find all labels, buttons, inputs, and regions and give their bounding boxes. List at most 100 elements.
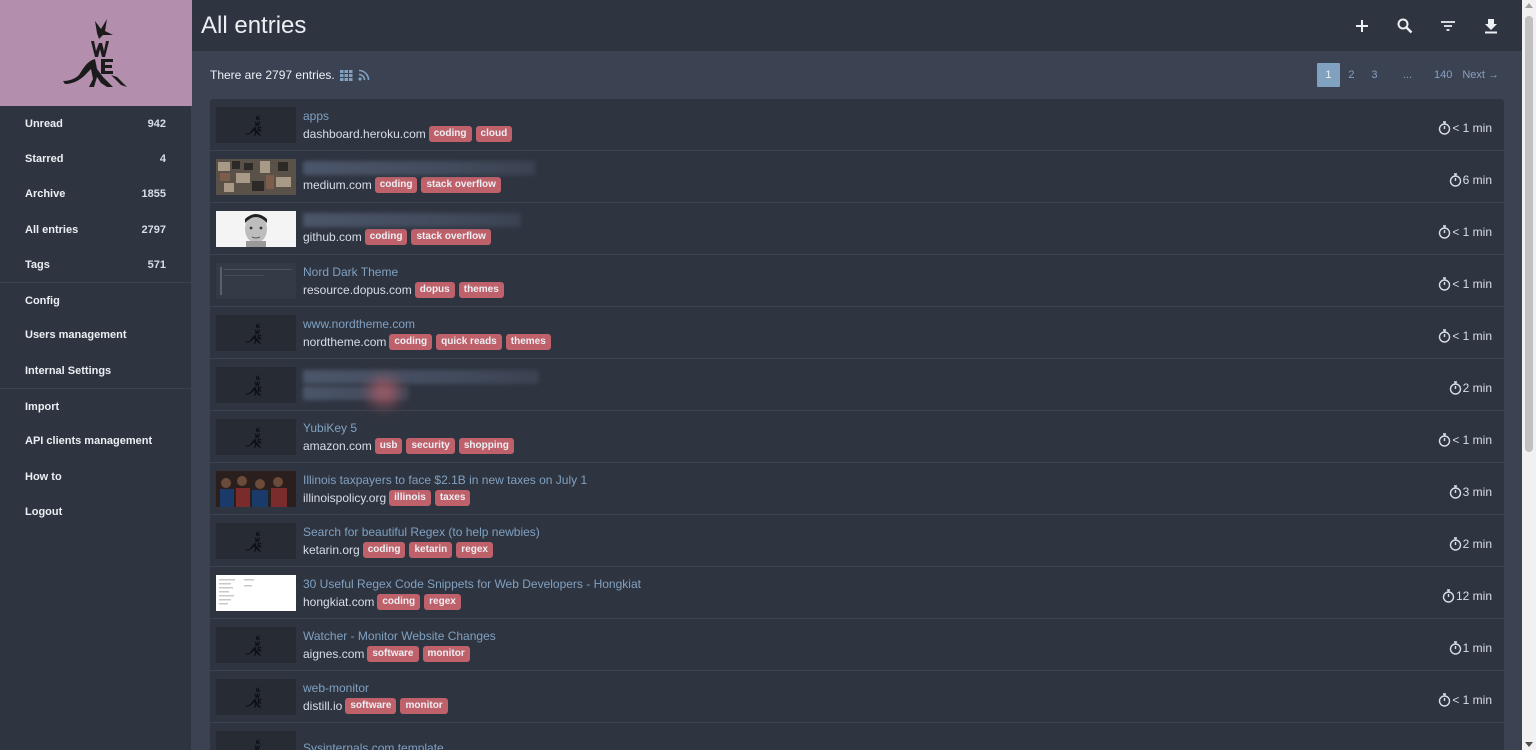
sidebar-item-internal-settings[interactable]: Internal Settings	[0, 353, 191, 388]
entry-title-link[interactable]: web-monitor	[303, 680, 452, 696]
entry-tag[interactable]: coding	[428, 125, 472, 142]
sidebar-item-config[interactable]: Config	[0, 282, 191, 317]
entry-title-link[interactable]: apps	[303, 108, 516, 124]
entry-thumbnail[interactable]	[216, 158, 296, 195]
entry-row[interactable]: web-monitor distill.io software monitor < 1 …	[210, 671, 1504, 723]
entry-tag[interactable]: stack overflow	[411, 228, 491, 245]
rss-feed-icon[interactable]	[358, 69, 370, 81]
entry-tag[interactable]: monitor	[422, 645, 470, 662]
entry-title-link[interactable]: 30 Useful Regex Code Snippets for Web De…	[303, 576, 641, 592]
reading-time-text: < 1 min	[1452, 121, 1492, 135]
entry-row[interactable]: github.com coding stack overflow < 1 min	[210, 203, 1504, 255]
entry-tag[interactable]: software	[345, 697, 397, 714]
sidebar-item-all-entries[interactable]: All entries 2797	[0, 212, 191, 247]
entry-thumbnail[interactable]	[216, 522, 296, 559]
entry-tag[interactable]: usb	[374, 437, 403, 454]
page-scrollbar[interactable]	[1522, 0, 1536, 750]
search-button[interactable]	[1383, 11, 1426, 41]
next-page-button[interactable]: Next →	[1457, 63, 1504, 87]
export-button[interactable]	[1469, 11, 1512, 41]
entry-title-redacted[interactable]	[303, 160, 535, 175]
app-logo[interactable]	[0, 0, 192, 106]
sidebar-item-archive[interactable]: Archive 1855	[0, 177, 191, 212]
entry-domain: nordtheme.com	[303, 334, 387, 349]
entry-thumbnail[interactable]	[216, 470, 296, 507]
entry-title-link[interactable]: Nord Dark Theme	[303, 264, 508, 280]
add-entry-button[interactable]	[1340, 11, 1383, 41]
entry-tag[interactable]: dopus	[414, 281, 455, 298]
entry-thumbnail[interactable]	[216, 574, 296, 611]
entry-row[interactable]: 30 Useful Regex Code Snippets for Web De…	[210, 567, 1504, 619]
page-last-button[interactable]: 140	[1429, 63, 1457, 87]
entry-tag[interactable]: cloud	[475, 125, 513, 142]
entry-title-link[interactable]: Watcher - Monitor Website Changes	[303, 628, 496, 644]
entry-thumbnail[interactable]	[216, 262, 296, 299]
entry-tag[interactable]: coding	[374, 176, 418, 193]
entry-title-redacted[interactable]	[303, 212, 521, 227]
entry-tag[interactable]: shopping	[458, 437, 514, 454]
entry-title-link[interactable]: Illinois taxpayers to face $2.1B in new …	[303, 472, 587, 488]
sidebar-item-label: Internal Settings	[25, 364, 112, 377]
entry-thumbnail[interactable]	[216, 678, 296, 715]
entry-row[interactable]: apps dashboard.heroku.com coding cloud < 1 m…	[210, 99, 1504, 151]
entry-row[interactable]: medium.com coding stack overflow 6 min	[210, 151, 1504, 203]
entry-row[interactable]: Sysinternals.com template	[210, 723, 1504, 750]
entry-tag[interactable]: coding	[364, 228, 408, 245]
entry-tag[interactable]: stack overflow	[421, 176, 501, 193]
entry-tag[interactable]: ketarin	[409, 541, 453, 558]
filter-button[interactable]	[1426, 11, 1469, 41]
sidebar-item-tags[interactable]: Tags 571	[0, 247, 191, 282]
entry-thumbnail[interactable]	[216, 418, 296, 455]
entry-tag[interactable]: monitor	[400, 697, 448, 714]
entry-tag[interactable]: software	[367, 645, 419, 662]
page-1-button[interactable]: 1	[1316, 63, 1340, 87]
entry-row[interactable]: Nord Dark Theme resource.dopus.com dopus th…	[210, 255, 1504, 307]
entry-thumbnail[interactable]	[216, 730, 296, 750]
entry-thumbnail[interactable]	[216, 366, 296, 403]
entry-tag[interactable]: themes	[458, 281, 504, 298]
entry-title-link[interactable]: www.nordtheme.com	[303, 316, 555, 332]
entry-title-link[interactable]: Sysinternals.com template	[303, 740, 444, 750]
entry-title-redacted[interactable]	[303, 369, 539, 384]
page-3-button[interactable]: 3	[1363, 63, 1386, 87]
grid-view-icon[interactable]	[339, 69, 353, 81]
entry-row[interactable]: Watcher - Monitor Website Changes aignes.…	[210, 619, 1504, 671]
entry-tag[interactable]: security	[406, 437, 455, 454]
entry-thumbnail[interactable]	[216, 626, 296, 663]
entry-meta	[303, 377, 539, 406]
entry-tag[interactable]: taxes	[434, 489, 471, 506]
entry-tag[interactable]: coding	[362, 541, 406, 558]
entries-count-text: There are 2797 entries.	[210, 68, 335, 82]
sidebar-item-how-to[interactable]: How to	[0, 459, 191, 494]
entry-tag[interactable]: coding	[377, 593, 421, 610]
entry-row[interactable]: www.nordtheme.com nordtheme.com coding quic…	[210, 307, 1504, 359]
entry-tag[interactable]: coding	[389, 333, 433, 350]
entry-row[interactable]: YubiKey 5 amazon.com usb security shopping < …	[210, 411, 1504, 463]
entry-thumbnail[interactable]	[216, 210, 296, 247]
page-2-button[interactable]: 2	[1340, 63, 1363, 87]
entry-thumbnail[interactable]	[216, 106, 296, 143]
entry-tag[interactable]: themes	[505, 333, 551, 350]
entry-tag[interactable]: illinois	[389, 489, 431, 506]
entry-tag[interactable]: regex	[424, 593, 461, 610]
sidebar-item-users-management[interactable]: Users management	[0, 318, 191, 353]
sidebar-item-import[interactable]: Import	[0, 388, 191, 423]
sidebar-item-api-clients[interactable]: API clients management	[0, 424, 191, 459]
entry-meta: nordtheme.com coding quick reads themes	[303, 333, 555, 350]
entry-row[interactable]: 2 min	[210, 359, 1504, 411]
entry-tag[interactable]: quick reads	[436, 333, 502, 350]
reading-time-text: 1 min	[1462, 641, 1492, 655]
entry-thumbnail[interactable]	[216, 314, 296, 351]
scroll-down-arrow-icon[interactable]	[1525, 742, 1533, 747]
entry-row[interactable]: Illinois taxpayers to face $2.1B in new …	[210, 463, 1504, 515]
entry-tag[interactable]: regex	[456, 541, 493, 558]
entry-title-link[interactable]: YubiKey 5	[303, 420, 518, 436]
sidebar-item-starred[interactable]: Starred 4	[0, 141, 191, 176]
scroll-thumb[interactable]	[1525, 16, 1533, 452]
reading-time-text: 2 min	[1462, 537, 1492, 551]
entry-row[interactable]: Search for beautiful Regex (to help newb…	[210, 515, 1504, 567]
sidebar-item-logout[interactable]: Logout	[0, 494, 191, 529]
scroll-up-arrow-icon[interactable]	[1525, 3, 1533, 8]
entry-title-link[interactable]: Search for beautiful Regex (to help newb…	[303, 524, 540, 540]
sidebar-item-unread[interactable]: Unread 942	[0, 106, 191, 141]
